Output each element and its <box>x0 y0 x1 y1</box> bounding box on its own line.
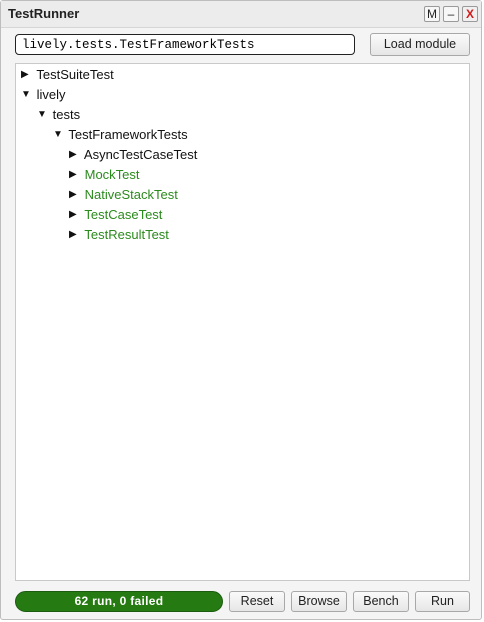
expand-arrow-icon[interactable]: ▶ <box>69 206 81 224</box>
tree-node-label: lively <box>36 87 66 102</box>
tree-node-tests[interactable]: ▼ tests <box>37 106 80 124</box>
tree-node-testframeworktests[interactable]: ▼ TestFrameworkTests <box>53 126 188 144</box>
tree-node-testsuitetest[interactable]: ▶ TestSuiteTest <box>21 66 114 84</box>
module-name-input[interactable] <box>15 34 355 55</box>
tree-node-label: tests <box>52 107 81 122</box>
expand-arrow-icon[interactable]: ▶ <box>21 66 33 84</box>
tree-node-label: MockTest <box>84 167 140 182</box>
testrunner-window: TestRunner M – X Load module ▶ TestSuite… <box>0 0 482 620</box>
tree-node-mocktest[interactable]: ▶ MockTest <box>69 166 140 184</box>
collapse-arrow-icon[interactable]: ▼ <box>53 126 65 144</box>
tree-node-testresulttest[interactable]: ▶ TestResultTest <box>69 226 169 244</box>
tree-node-label: TestSuiteTest <box>36 67 114 82</box>
collapse-arrow-icon[interactable]: ▼ <box>21 86 33 104</box>
close-button[interactable]: X <box>462 6 478 22</box>
tree-node-label: TestResultTest <box>84 227 169 242</box>
tree-node-label: AsyncTestCaseTest <box>83 147 198 162</box>
expand-arrow-icon[interactable]: ▶ <box>69 186 81 204</box>
reset-button[interactable]: Reset <box>229 591 285 612</box>
load-module-button[interactable]: Load module <box>370 33 470 56</box>
tree-node-lively[interactable]: ▼ lively <box>21 86 66 104</box>
expand-arrow-icon[interactable]: ▶ <box>69 226 81 244</box>
bench-button[interactable]: Bench <box>353 591 409 612</box>
tree-node-label: NativeStackTest <box>84 187 178 202</box>
tree-node-label: TestFrameworkTests <box>68 127 188 142</box>
title-bar[interactable]: TestRunner M – X <box>1 1 481 28</box>
tree-node-testcasetest[interactable]: ▶ TestCaseTest <box>69 206 162 224</box>
tree-node-nativestacktest[interactable]: ▶ NativeStackTest <box>69 186 178 204</box>
test-status-bar: 62 run, 0 failed <box>15 591 223 612</box>
tree-node-label: TestCaseTest <box>84 207 163 222</box>
test-tree[interactable]: ▶ TestSuiteTest ▼ lively ▼ tests ▼ TestF… <box>15 63 470 581</box>
minimize-button[interactable]: – <box>443 6 459 22</box>
collapse-arrow-icon[interactable]: ▼ <box>37 106 49 124</box>
run-button[interactable]: Run <box>415 591 470 612</box>
browse-button[interactable]: Browse <box>291 591 347 612</box>
tree-node-asynctestcasetest[interactable]: ▶ AsyncTestCaseTest <box>69 146 197 164</box>
expand-arrow-icon[interactable]: ▶ <box>69 166 81 184</box>
window-title: TestRunner <box>8 6 80 21</box>
expand-arrow-icon[interactable]: ▶ <box>69 146 81 164</box>
menu-button[interactable]: M <box>424 6 440 22</box>
